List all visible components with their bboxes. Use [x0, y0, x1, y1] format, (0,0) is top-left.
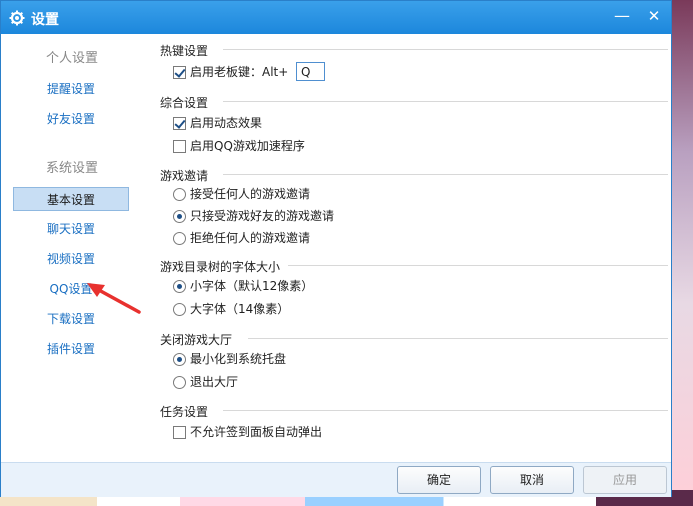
minimize-button[interactable]: —	[609, 5, 635, 27]
boss-key-option[interactable]: 启用老板键：Alt+	[173, 62, 373, 82]
game-accel-label: 启用QQ游戏加速程序	[190, 139, 305, 153]
invite-option-reject[interactable]: 拒绝任何人的游戏邀请	[173, 228, 393, 248]
section-title-font: 游戏目录树的字体大小	[160, 260, 281, 274]
title-bar[interactable]: 设置 — ✕	[1, 1, 671, 34]
settings-window: 设置 — ✕ 个人设置 提醒设置 好友设置 系统设置 基本设置 聊天设置 视频设…	[0, 0, 672, 497]
invite-label-anyone: 接受任何人的游戏邀请	[190, 187, 311, 201]
font-label-large: 大字体（14像素）	[190, 302, 290, 316]
sidebar-item-basic[interactable]: 基本设置	[13, 187, 129, 211]
divider	[223, 101, 668, 102]
invite-radio-friends[interactable]	[173, 210, 186, 223]
boss-key-label: 启用老板键：Alt+	[190, 65, 289, 79]
divider	[288, 265, 668, 266]
invite-label-reject: 拒绝任何人的游戏邀请	[190, 231, 311, 245]
sidebar-group-system: 系统设置	[45, 161, 98, 176]
game-accel-option[interactable]: 启用QQ游戏加速程序	[173, 136, 373, 156]
ok-button[interactable]: 确定	[397, 466, 481, 494]
cancel-button[interactable]: 取消	[490, 466, 574, 494]
font-radio-large[interactable]	[173, 303, 186, 316]
no-popup-option[interactable]: 不允许签到面板自动弹出	[173, 422, 393, 442]
sidebar-item-plugins[interactable]: 插件设置	[13, 337, 129, 361]
section-title-task: 任务设置	[160, 405, 209, 419]
close-button[interactable]: ✕	[641, 5, 667, 27]
dynamic-effect-option[interactable]: 启用动态效果	[173, 113, 373, 133]
section-title-general: 综合设置	[160, 96, 209, 110]
boss-key-checkbox[interactable]	[173, 66, 186, 79]
invite-radio-reject[interactable]	[173, 232, 186, 245]
divider	[223, 174, 668, 175]
apply-button[interactable]: 应用	[583, 466, 667, 494]
section-title-invite: 游戏邀请	[160, 169, 209, 183]
font-option-small[interactable]: 小字体（默认12像素）	[173, 276, 393, 296]
dynamic-effect-label: 启用动态效果	[190, 116, 263, 130]
sidebar-item-reminder[interactable]: 提醒设置	[13, 77, 129, 101]
divider	[223, 49, 668, 50]
invite-option-friends[interactable]: 只接受游戏好友的游戏邀请	[173, 206, 393, 226]
no-popup-checkbox[interactable]	[173, 426, 186, 439]
gear-icon	[9, 10, 25, 26]
sidebar-item-chat[interactable]: 聊天设置	[13, 217, 129, 241]
font-label-small: 小字体（默认12像素）	[190, 279, 314, 293]
dynamic-effect-checkbox[interactable]	[173, 117, 186, 130]
window-title: 设置	[31, 12, 59, 28]
close-label-exit: 退出大厅	[190, 375, 239, 389]
close-radio-exit[interactable]	[173, 376, 186, 389]
font-radio-small[interactable]	[173, 280, 186, 293]
sidebar-item-video[interactable]: 视频设置	[13, 247, 129, 271]
close-option-tray[interactable]: 最小化到系统托盘	[173, 349, 393, 369]
boss-key-input[interactable]: Q	[296, 62, 325, 81]
invite-label-friends: 只接受游戏好友的游戏邀请	[190, 209, 335, 223]
background-game-hall-right	[672, 0, 693, 506]
font-option-large[interactable]: 大字体（14像素）	[173, 299, 393, 319]
divider	[248, 338, 668, 339]
sidebar-group-personal: 个人设置	[45, 51, 98, 66]
no-popup-label: 不允许签到面板自动弹出	[190, 425, 323, 439]
close-option-exit[interactable]: 退出大厅	[173, 372, 393, 392]
sidebar-item-friends[interactable]: 好友设置	[13, 107, 129, 131]
sidebar: 个人设置 提醒设置 好友设置 系统设置 基本设置 聊天设置 视频设置 QQ设置 …	[1, 34, 143, 462]
footer-bar: 确定 取消 应用	[1, 462, 671, 497]
invite-option-anyone[interactable]: 接受任何人的游戏邀请	[173, 184, 393, 204]
settings-content: 热键设置 启用老板键：Alt+ Q 综合设置 启用动态效果 启用QQ游戏加速程序…	[143, 34, 671, 462]
close-label-tray: 最小化到系统托盘	[190, 352, 287, 366]
close-radio-tray[interactable]	[173, 353, 186, 366]
invite-radio-anyone[interactable]	[173, 188, 186, 201]
section-title-close: 关闭游戏大厅	[160, 333, 233, 347]
divider	[223, 410, 668, 411]
annotation-arrow-icon	[87, 283, 141, 314]
game-accel-checkbox[interactable]	[173, 140, 186, 153]
section-title-hotkey: 热键设置	[160, 44, 209, 58]
